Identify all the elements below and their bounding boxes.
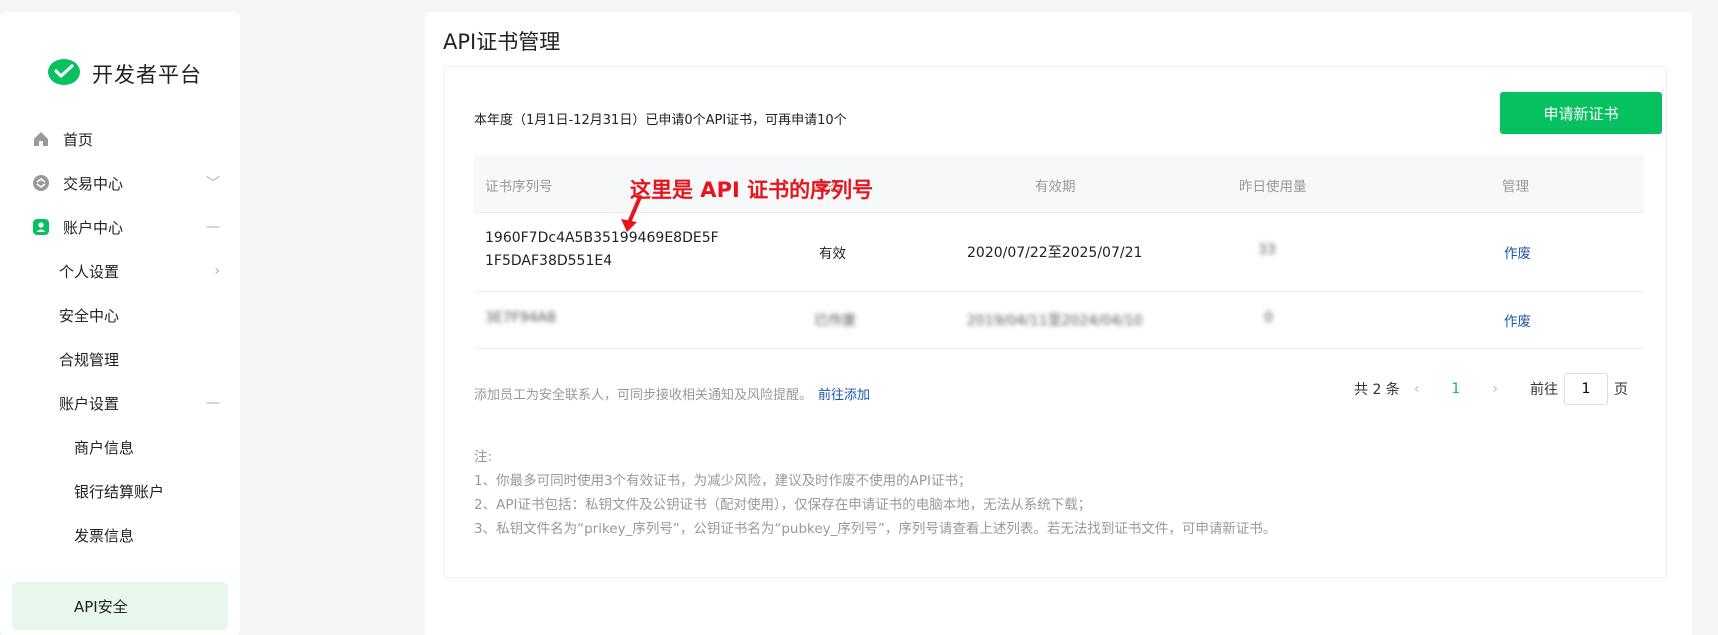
- validity-period: 2020/07/22至2025/07/21: [967, 245, 1143, 261]
- sidebar-item-label: 账户设置: [59, 394, 120, 413]
- home-icon: [34, 132, 48, 146]
- table-row: 1960F7Dc4A5B35199469E8DE5F 1F5DAF38D551E…: [474, 213, 1644, 292]
- sidebar-item-label: 发票信息: [74, 526, 135, 545]
- sidebar-item-account-center[interactable]: 账户中心 —: [0, 204, 240, 250]
- notes: 注: 1、你最多可同时使用3个有效证书，为减少风险，建议及时作废不使用的API证…: [474, 445, 1276, 541]
- sidebar-item-label: 首页: [63, 130, 94, 149]
- sidebar-item-label: 交易中心: [63, 174, 124, 193]
- annotation-arrow-icon: [621, 195, 642, 232]
- prev-page-icon[interactable]: ‹: [1414, 381, 1420, 397]
- serial-number: 3E7F94A8: [485, 310, 557, 326]
- collapse-icon: —: [206, 395, 220, 411]
- note-line: 3、私钥文件名为“prikey_序列号”，公钥证书名为“pubkey_序列号”，…: [474, 521, 1277, 537]
- serial-annotation-label: 这里是 API 证书的序列号: [630, 178, 874, 202]
- quota-summary: 本年度（1月1日-12月31日）已申请0个API证书，可再申请10个: [474, 113, 847, 128]
- col-header-serial: 证书序列号: [485, 179, 553, 195]
- goto-label: 前往: [1529, 382, 1558, 398]
- sidebar-item-label: 账户中心: [63, 218, 124, 237]
- sidebar: 开发者平台 首页 交易中心 ﹀ 账户中心 — 个人设置 › 安全中心 合规管理: [0, 12, 240, 635]
- table-row: 3E7F94A8 已作废 2019/04/11至2024/04/10 0 作废: [474, 292, 1644, 349]
- note-line: 1、你最多可同时使用3个有效证书，为减少风险，建议及时作废不使用的API证书；: [474, 473, 972, 489]
- current-page[interactable]: 1: [1451, 381, 1460, 397]
- main-content: API证书管理 本年度（1月1日-12月31日）已申请0个API证书，可再申请1…: [425, 12, 1692, 635]
- sidebar-item-label: API安全: [74, 597, 128, 616]
- chevron-right-icon: ›: [214, 263, 220, 279]
- sidebar-item-personal-settings[interactable]: 个人设置 ›: [0, 248, 240, 294]
- col-header-validity: 有效期: [1035, 179, 1076, 195]
- sidebar-item-merchant-info[interactable]: 商户信息: [0, 424, 240, 470]
- sidebar-item-home[interactable]: 首页: [0, 116, 240, 162]
- page-title: API证书管理: [443, 30, 561, 54]
- sidebar-item-bank-account[interactable]: 银行结算账户: [0, 468, 240, 514]
- sidebar-item-account-settings[interactable]: 账户设置 —: [0, 380, 240, 426]
- collapse-icon: —: [206, 219, 220, 235]
- col-header-usage: 昨日使用量: [1239, 179, 1307, 195]
- serial-number-cont: 1F5DAF38D551E4: [485, 253, 613, 269]
- sidebar-item-security-center[interactable]: 安全中心: [0, 292, 240, 338]
- status-text: 已作废: [814, 313, 856, 329]
- tip-text: 添加员工为安全联系人，可同步接收相关通知及风险提醒。: [474, 388, 813, 403]
- sidebar-item-label: 个人设置: [59, 262, 120, 281]
- total-count: 共 2 条: [1354, 382, 1400, 398]
- sidebar-item-compliance[interactable]: 合规管理: [0, 336, 240, 382]
- sidebar-item-label: 商户信息: [74, 438, 135, 457]
- next-page-icon[interactable]: ›: [1492, 381, 1498, 397]
- account-icon: [33, 219, 49, 235]
- notes-title: 注:: [474, 449, 493, 465]
- security-contact-tip: 添加员工为安全联系人，可同步接收相关通知及风险提醒。 前往添加: [474, 384, 870, 403]
- revoke-link[interactable]: 作废: [1504, 310, 1531, 330]
- brand-logo[interactable]: 开发者平台: [46, 56, 202, 92]
- sidebar-item-label: 银行结算账户: [74, 482, 165, 501]
- transaction-icon: [33, 175, 49, 191]
- sidebar-item-label: 合规管理: [59, 350, 120, 369]
- go-add-link[interactable]: 前往添加: [818, 388, 870, 403]
- page-unit-label: 页: [1613, 382, 1628, 398]
- usage-count: 33: [1258, 242, 1276, 258]
- col-header-manage: 管理: [1502, 179, 1529, 195]
- sidebar-item-label: 安全中心: [59, 306, 120, 325]
- sidebar-item-api-security[interactable]: API安全: [12, 582, 228, 630]
- wechat-pay-icon: [48, 59, 80, 85]
- usage-count: 0: [1264, 310, 1273, 326]
- sidebar-item-invoice-info[interactable]: 发票信息: [0, 512, 240, 558]
- validity-period: 2019/04/11至2024/04/10: [967, 313, 1143, 329]
- status-text: 有效: [819, 246, 846, 262]
- brand-name: 开发者平台: [92, 63, 202, 87]
- pagination: 共 2 条 ‹ 1 › 前往 页: [1354, 372, 1628, 406]
- note-line: 2、API证书包括：私钥文件及公钥证书（配对使用），仅保存在申请证书的电脑本地，…: [474, 497, 1092, 513]
- chevron-down-icon: ﹀: [206, 176, 220, 192]
- serial-number: 1960F7Dc4A5B35199469E8DE5F: [485, 230, 719, 246]
- certificate-card: 本年度（1月1日-12月31日）已申请0个API证书，可再申请10个 申请新证书…: [443, 66, 1667, 578]
- apply-certificate-button[interactable]: 申请新证书: [1500, 92, 1662, 134]
- goto-page-input[interactable]: [1563, 373, 1608, 405]
- sidebar-item-transaction[interactable]: 交易中心 ﹀: [0, 160, 240, 206]
- revoke-link[interactable]: 作废: [1504, 242, 1531, 262]
